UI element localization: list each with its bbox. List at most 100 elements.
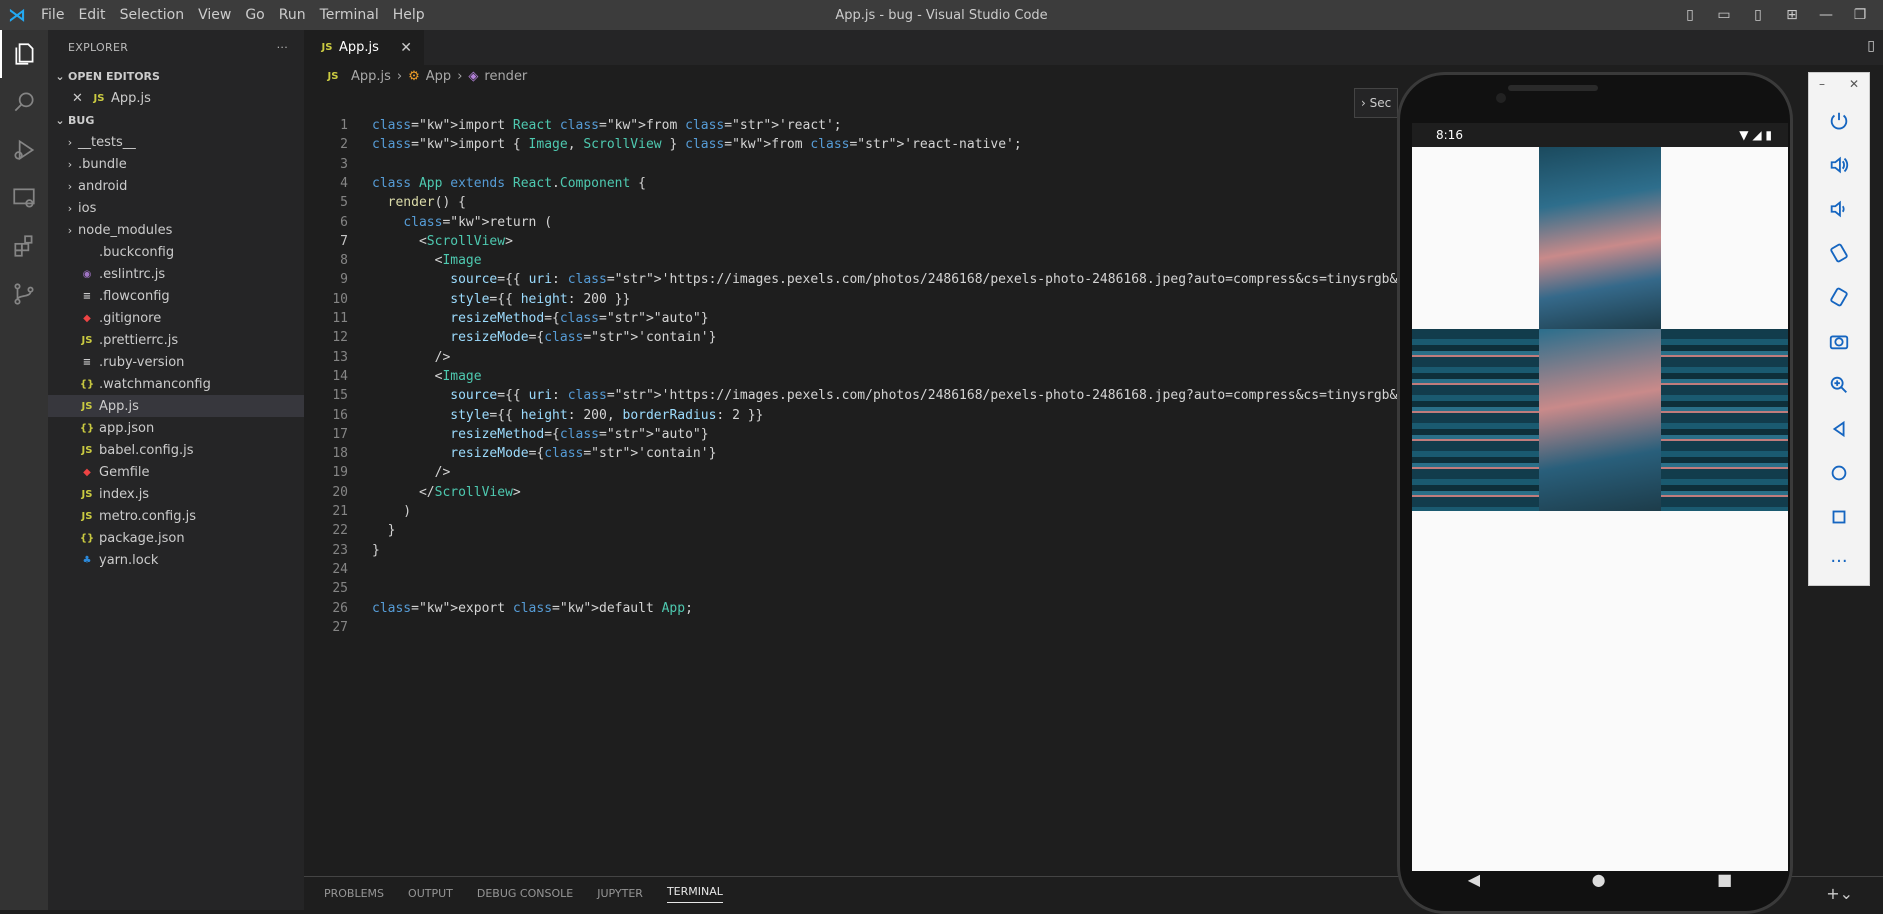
file-item[interactable]: ♣ yarn.lock — [48, 549, 304, 571]
code-line[interactable]: <Image — [372, 369, 482, 384]
secondary-panel-toggle[interactable]: › Sec — [1354, 88, 1398, 118]
menu-go[interactable]: Go — [238, 7, 271, 23]
file-item[interactable]: JS index.js — [48, 483, 304, 505]
extensions-icon[interactable] — [0, 222, 48, 270]
back-icon[interactable] — [1809, 407, 1869, 451]
run-debug-icon[interactable] — [0, 126, 48, 174]
file-item[interactable]: JS metro.config.js — [48, 505, 304, 527]
panel-tab-terminal[interactable]: TERMINAL — [666, 885, 723, 903]
screenshot-icon[interactable] — [1809, 319, 1869, 363]
code-line[interactable]: class="kw">import { Image, ScrollView } … — [372, 137, 1022, 152]
close-tab-icon[interactable]: ✕ — [400, 40, 412, 56]
panel-tab-output[interactable]: OUTPUT — [408, 887, 453, 900]
split-editor-icon[interactable]: ▯ — [1867, 38, 1875, 54]
menu-help[interactable]: Help — [386, 7, 432, 23]
folder-item[interactable]: › ios — [48, 197, 304, 219]
home-icon[interactable]: ● — [1592, 870, 1606, 889]
source-control-icon[interactable] — [0, 270, 48, 318]
code-line[interactable]: <Image — [372, 253, 482, 268]
code-line[interactable]: /> — [372, 350, 451, 365]
line-number: 21 — [332, 504, 348, 519]
minimize-icon[interactable]: — — [1815, 7, 1837, 23]
file-item[interactable]: ◆ Gemfile — [48, 461, 304, 483]
folder-item[interactable]: › android — [48, 175, 304, 197]
code-line[interactable]: render() { — [372, 195, 466, 210]
overview-icon[interactable] — [1809, 495, 1869, 539]
menu-view[interactable]: View — [191, 7, 238, 23]
volume-up-icon[interactable] — [1809, 143, 1869, 187]
code-line[interactable]: resizeMethod={class="str">"auto"} — [372, 311, 708, 326]
device-screen[interactable]: 8:16 ▼ ◢ ▮ — [1412, 123, 1788, 871]
code-line[interactable]: style={{ height: 200, borderRadius: 2 }} — [372, 408, 763, 423]
code-line[interactable]: style={{ height: 200 }} — [372, 292, 630, 307]
menu-run[interactable]: Run — [272, 7, 313, 23]
code-line[interactable]: } — [372, 523, 396, 538]
file-item[interactable]: ≡ .flowconfig — [48, 285, 304, 307]
home-icon[interactable] — [1809, 451, 1869, 495]
layout-icon[interactable]: ⊞ — [1781, 7, 1803, 23]
remote-explorer-icon[interactable] — [0, 174, 48, 222]
recents-icon[interactable]: ■ — [1717, 870, 1732, 889]
close-emulator-icon[interactable]: ✕ — [1849, 77, 1859, 95]
code-line[interactable]: resizeMode={class="str">'contain'} — [372, 330, 716, 345]
project-section[interactable]: ⌄ BUG — [48, 109, 304, 131]
code-line[interactable]: class="kw">return ( — [372, 215, 552, 230]
explorer-icon[interactable] — [0, 30, 48, 78]
code-line[interactable]: <ScrollView> — [372, 234, 513, 249]
file-item[interactable]: ◉ .eslintrc.js — [48, 263, 304, 285]
more-actions-icon[interactable]: ··· — [277, 41, 288, 54]
add-terminal-icon[interactable]: +⌄ — [1826, 884, 1853, 903]
volume-down-icon[interactable] — [1809, 187, 1869, 231]
toggle-secondary-icon[interactable]: ▯ — [1747, 7, 1769, 23]
open-editors-section[interactable]: ⌄ OPEN EDITORS — [48, 65, 304, 87]
code-line[interactable]: } — [372, 543, 380, 558]
file-item[interactable]: {} .watchmanconfig — [48, 373, 304, 395]
tab-app-js[interactable]: JS App.js ✕ — [304, 30, 424, 65]
toggle-sidebar-icon[interactable]: ▯ — [1679, 7, 1701, 23]
back-icon[interactable]: ◀ — [1468, 870, 1480, 889]
rotate-right-icon[interactable] — [1809, 275, 1869, 319]
breadcrumb-file[interactable]: App.js — [351, 69, 391, 84]
toggle-panel-icon[interactable]: ▭ — [1713, 7, 1735, 23]
menu-edit[interactable]: Edit — [71, 7, 112, 23]
folder-item[interactable]: › .bundle — [48, 153, 304, 175]
file-item[interactable]: JS App.js — [48, 395, 304, 417]
breadcrumb-class[interactable]: App — [426, 69, 451, 84]
code-line[interactable]: </ScrollView> — [372, 485, 521, 500]
folder-item[interactable]: › __tests__ — [48, 131, 304, 153]
code-line[interactable]: class="kw">export class="kw">default App… — [372, 601, 693, 616]
breadcrumb-method[interactable]: render — [484, 69, 527, 84]
code-line[interactable]: class App extends React.Component { — [372, 176, 646, 191]
code-line[interactable]: source={{ uri: class="str">'https://imag… — [372, 388, 1475, 403]
file-item[interactable]: {} package.json — [48, 527, 304, 549]
panel-tab-problems[interactable]: PROBLEMS — [324, 887, 384, 900]
code-line[interactable]: source={{ uri: class="str">'https://imag… — [372, 272, 1475, 287]
code-line[interactable]: ) — [372, 504, 411, 519]
file-item[interactable]: JS babel.config.js — [48, 439, 304, 461]
open-editor-item[interactable]: ✕ JS App.js — [48, 87, 304, 109]
search-icon[interactable] — [0, 78, 48, 126]
restore-icon[interactable]: ❐ — [1849, 7, 1871, 23]
code-line[interactable]: resizeMethod={class="str">"auto"} — [372, 427, 708, 442]
menu-terminal[interactable]: Terminal — [313, 7, 386, 23]
rotate-left-icon[interactable] — [1809, 231, 1869, 275]
panel-tab-jupyter[interactable]: JUPYTER — [597, 887, 643, 900]
minimize-emulator-icon[interactable]: – — [1819, 77, 1825, 95]
close-icon[interactable]: ✕ — [72, 91, 90, 106]
panel-tab-debug-console[interactable]: DEBUG CONSOLE — [477, 887, 573, 900]
code-line[interactable]: resizeMode={class="str">'contain'} — [372, 446, 716, 461]
power-icon[interactable] — [1809, 99, 1869, 143]
code-editor[interactable]: 1 class="kw">import React class="kw">from… — [304, 118, 1475, 638]
file-item[interactable]: JS .prettierrc.js — [48, 329, 304, 351]
menu-file[interactable]: File — [34, 7, 71, 23]
file-item[interactable]: ≡ .ruby-version — [48, 351, 304, 373]
file-item[interactable]: .buckconfig — [48, 241, 304, 263]
file-item[interactable]: {} app.json — [48, 417, 304, 439]
folder-item[interactable]: › node_modules — [48, 219, 304, 241]
more-icon[interactable]: ··· — [1809, 539, 1869, 583]
zoom-icon[interactable] — [1809, 363, 1869, 407]
code-line[interactable]: /> — [372, 465, 451, 480]
menu-selection[interactable]: Selection — [113, 7, 192, 23]
file-item[interactable]: ◆ .gitignore — [48, 307, 304, 329]
code-line[interactable]: class="kw">import React class="kw">from … — [372, 118, 842, 133]
